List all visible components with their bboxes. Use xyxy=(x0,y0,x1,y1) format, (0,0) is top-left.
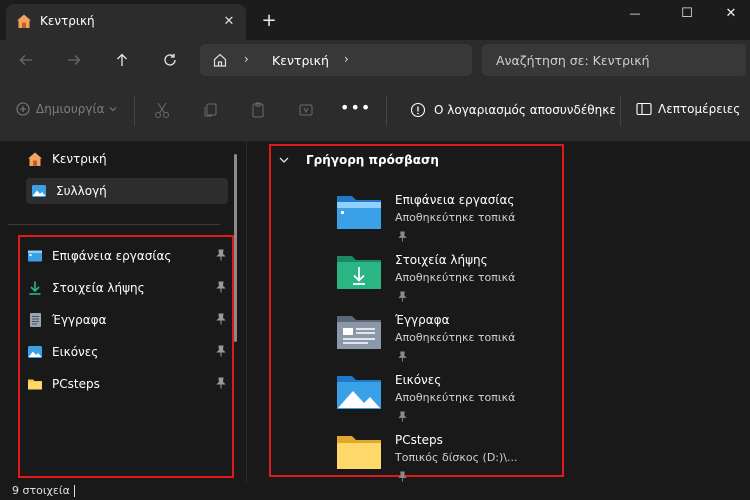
back-button[interactable] xyxy=(12,46,40,74)
breadcrumb-separator: › xyxy=(244,52,249,66)
highlight-box-sidebar xyxy=(18,235,234,478)
arrow-left-icon xyxy=(19,55,32,65)
toolbar-divider xyxy=(134,96,135,126)
scissors-icon xyxy=(155,102,169,118)
quick-access-name: PCsteps xyxy=(395,433,443,447)
quick-access-status: Αποθηκεύτηκε τοπικά xyxy=(395,271,516,284)
quick-access-name: Στοιχεία λήψης xyxy=(395,253,488,267)
documents-folder-icon xyxy=(337,316,381,349)
refresh-icon xyxy=(164,53,176,66)
status-divider xyxy=(74,485,75,497)
status-bar: 9 στοιχεία xyxy=(0,482,750,500)
quick-access-name: Έγγραφα xyxy=(395,313,450,327)
navigation-bar: › Κεντρική › Αναζήτηση σε: Κεντρική xyxy=(0,40,750,80)
pin-icon xyxy=(398,227,407,246)
account-disconnected-label: Ο λογαριασμός αποσυνδέθηκε xyxy=(434,103,616,117)
chevron-down-icon xyxy=(110,107,117,112)
forward-button[interactable] xyxy=(60,46,88,74)
copy-icon xyxy=(204,103,217,117)
tab-home[interactable]: Κεντρική ✕ xyxy=(6,4,246,40)
yellow-folder-icon xyxy=(337,436,381,469)
tab-title: Κεντρική xyxy=(40,14,95,28)
search-box[interactable]: Αναζήτηση σε: Κεντρική xyxy=(482,44,746,76)
minimize-button[interactable]: — xyxy=(612,0,658,26)
pin-icon xyxy=(398,407,407,426)
quick-access-item-documents[interactable]: Έγγραφα Αποθηκεύτηκε τοπικά xyxy=(336,309,556,365)
pin-icon xyxy=(398,347,407,366)
close-window-button[interactable]: ✕ xyxy=(708,0,750,26)
maximize-button[interactable]: ☐ xyxy=(664,0,710,26)
downloads-folder-icon xyxy=(337,256,381,289)
refresh-button[interactable] xyxy=(156,46,184,74)
search-placeholder: Αναζήτηση σε: Κεντρική xyxy=(496,53,650,68)
quick-access-item-pcsteps[interactable]: PCsteps Τοπικός δίσκος (D:)\... xyxy=(336,429,556,485)
quick-access-name: Εικόνες xyxy=(395,373,442,387)
arrow-right-icon xyxy=(68,55,81,65)
new-button[interactable]: Δημιουργία xyxy=(16,102,118,116)
quick-access-item-downloads[interactable]: Στοιχεία λήψης Αποθηκεύτηκε τοπικά xyxy=(336,249,556,305)
more-options-button[interactable]: ••• xyxy=(340,98,371,117)
quick-access-title: Γρήγορη πρόσβαση xyxy=(306,153,439,167)
toolbar-divider xyxy=(620,96,621,126)
account-disconnected-button[interactable]: Ο λογαριασμός αποσυνδέθηκε xyxy=(410,102,616,118)
up-button[interactable] xyxy=(108,46,136,74)
breadcrumb-chevron[interactable]: › xyxy=(344,52,349,66)
tab-close-icon[interactable]: ✕ xyxy=(218,10,240,32)
rename-icon xyxy=(299,104,313,116)
item-count: 9 στοιχεία xyxy=(12,484,70,497)
gallery-icon xyxy=(30,182,48,200)
address-bar[interactable]: › Κεντρική › xyxy=(200,44,472,76)
paste-button[interactable] xyxy=(248,100,268,120)
sidebar-item-home[interactable]: Κεντρική xyxy=(26,146,230,172)
pictures-folder-icon xyxy=(337,376,381,409)
command-bar: Δημιουργία ••• Ο λογαριασμός αποσυνδέθηκ… xyxy=(0,80,750,142)
quick-access-item-desktop[interactable]: Επιφάνεια εργασίας Αποθηκεύτηκε τοπικά xyxy=(336,189,556,245)
sidebar-item-label: Συλλογή xyxy=(56,184,107,198)
home-icon xyxy=(17,14,31,28)
new-tab-button[interactable]: + xyxy=(258,9,280,31)
breadcrumb-home[interactable]: Κεντρική xyxy=(272,53,329,68)
sidebar-separator xyxy=(8,224,220,225)
quick-access-status: Αποθηκεύτηκε τοπικά xyxy=(395,211,516,224)
quick-access-name: Επιφάνεια εργασίας xyxy=(395,193,515,207)
pin-icon xyxy=(398,287,407,306)
copy-button[interactable] xyxy=(200,100,220,120)
plus-circle-icon xyxy=(16,102,30,116)
title-bar: Κεντρική ✕ + — ☐ ✕ xyxy=(0,0,750,40)
home-outline-icon xyxy=(213,53,227,67)
pane-divider[interactable] xyxy=(246,142,247,482)
chevron-down-icon xyxy=(279,157,289,163)
desktop-folder-icon xyxy=(337,196,381,229)
details-button[interactable]: Λεπτομέρειες xyxy=(636,102,740,116)
quick-access-status: Αποθηκεύτηκε τοπικά xyxy=(395,331,516,344)
arrow-up-icon xyxy=(117,53,127,66)
clipboard-icon xyxy=(252,102,264,118)
quick-access-status: Αποθηκεύτηκε τοπικά xyxy=(395,391,516,404)
details-pane-icon xyxy=(636,102,652,116)
quick-access-location: Τοπικός δίσκος (D:)\... xyxy=(395,451,518,464)
rename-button[interactable] xyxy=(296,100,316,120)
quick-access-header[interactable]: Γρήγορη πρόσβαση xyxy=(278,153,439,167)
home-icon xyxy=(26,150,44,168)
sidebar-scrollbar[interactable] xyxy=(234,154,237,342)
sidebar-item-label: Κεντρική xyxy=(52,152,107,166)
new-button-label: Δημιουργία xyxy=(36,102,105,116)
toolbar-divider xyxy=(386,96,387,126)
info-icon xyxy=(410,102,426,118)
details-label: Λεπτομέρειες xyxy=(658,102,741,116)
sidebar-item-gallery[interactable]: Συλλογή xyxy=(26,178,228,204)
cut-button[interactable] xyxy=(152,100,172,120)
quick-access-item-pictures[interactable]: Εικόνες Αποθηκεύτηκε τοπικά xyxy=(336,369,556,425)
